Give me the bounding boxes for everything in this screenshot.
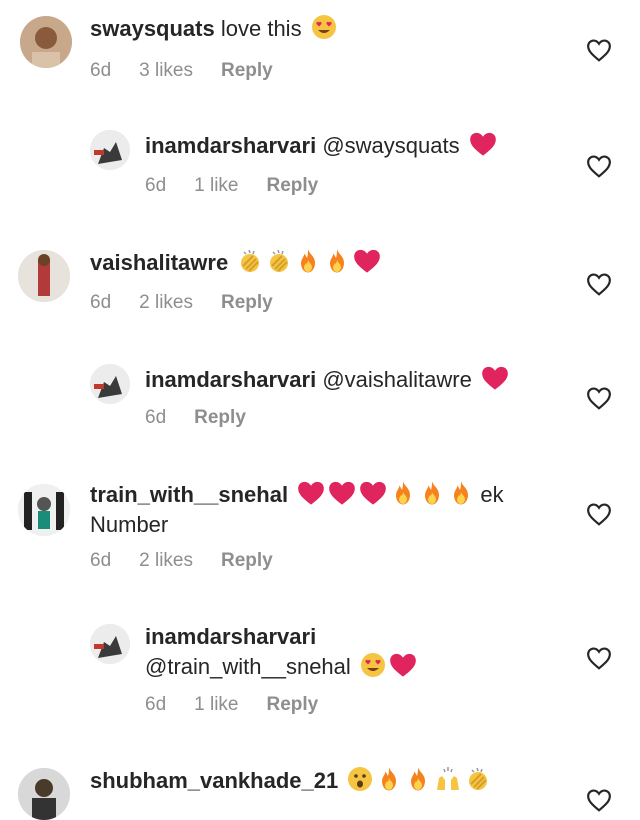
likes-count[interactable]: 1 like <box>194 175 238 197</box>
heart-eyes-emoji <box>311 14 337 40</box>
mention[interactable]: @vaishalitawre <box>322 367 472 392</box>
comment-meta: 6d 1 like Reply <box>145 175 346 197</box>
red-heart-emoji <box>297 480 325 506</box>
avatar[interactable] <box>18 250 70 302</box>
comment-text: vaishalitawre <box>90 248 381 278</box>
comment-text: swaysquats love this <box>90 14 337 44</box>
avatar[interactable] <box>20 16 72 68</box>
reply-button[interactable]: Reply <box>221 550 273 572</box>
clapping-hands-emoji <box>237 248 263 274</box>
likes-count[interactable]: 2 likes <box>139 292 193 314</box>
red-heart-emoji <box>359 480 387 506</box>
clapping-hands-emoji <box>465 766 491 792</box>
avatar[interactable] <box>90 130 130 170</box>
timestamp: 6d <box>145 407 167 428</box>
likes-count[interactable]: 2 likes <box>139 550 193 572</box>
reply-item: inamdarsharvari @vaishalitawre 6d Reply <box>0 352 640 452</box>
heart-outline-icon[interactable] <box>586 154 612 178</box>
username[interactable]: train_with__snehal <box>90 482 288 507</box>
likes-count[interactable]: 1 like <box>194 694 238 716</box>
heart-outline-icon[interactable] <box>586 38 612 62</box>
raising-hands-emoji <box>434 766 462 792</box>
username[interactable]: swaysquats <box>90 16 215 41</box>
reply-button[interactable]: Reply <box>267 694 319 716</box>
timestamp: 6d <box>145 175 167 196</box>
reply-button[interactable]: Reply <box>194 407 246 429</box>
username[interactable]: inamdarsharvari <box>145 624 316 649</box>
comment-item: swaysquats love this 6d 3 likes Reply <box>0 0 640 110</box>
reply-button[interactable]: Reply <box>267 175 319 197</box>
fire-emoji <box>448 480 474 506</box>
reply-button[interactable]: Reply <box>221 292 273 314</box>
fire-emoji <box>295 248 321 274</box>
avatar[interactable] <box>90 624 130 664</box>
heart-outline-icon[interactable] <box>586 646 612 670</box>
fire-emoji <box>376 766 402 792</box>
comment-text: shubham_vankhade_21 <box>90 766 491 796</box>
comment-meta: 6d 2 likes Reply <box>90 292 301 314</box>
heart-outline-icon[interactable] <box>586 502 612 526</box>
comment-text: train_with__snehal ek Number <box>90 480 570 540</box>
timestamp: 6d <box>90 60 112 81</box>
surprised-face-emoji <box>347 766 373 792</box>
username[interactable]: inamdarsharvari <box>145 367 316 392</box>
heart-outline-icon[interactable] <box>586 788 612 812</box>
comment-item: shubham_vankhade_21 <box>0 752 640 820</box>
fire-emoji <box>405 766 431 792</box>
avatar[interactable] <box>18 484 70 536</box>
username[interactable]: inamdarsharvari <box>145 133 316 158</box>
comment-meta: 6d 3 likes Reply <box>90 60 301 82</box>
username[interactable]: vaishalitawre <box>90 250 228 275</box>
comment-meta: 6d Reply <box>145 407 274 429</box>
timestamp: 6d <box>90 292 112 313</box>
comment-text: inamdarsharvari @swaysquats <box>145 131 497 161</box>
fire-emoji <box>324 248 350 274</box>
comment-item: train_with__snehal ek Number 6d 2 likes Re… <box>0 470 640 600</box>
heart-outline-icon[interactable] <box>586 272 612 296</box>
comment-body: Number <box>90 512 169 537</box>
comment-text: inamdarsharvari @vaishalitawre <box>145 365 509 395</box>
avatar[interactable] <box>18 768 70 820</box>
red-heart-emoji <box>469 131 497 157</box>
comment-item: vaishalitawre 6d 2 likes Reply <box>0 234 640 344</box>
red-heart-emoji <box>389 652 417 678</box>
red-heart-emoji <box>328 480 356 506</box>
reply-item: inamdarsharvari @swaysquats 6d 1 like Repl… <box>0 118 640 218</box>
timestamp: 6d <box>90 550 112 571</box>
comment-meta: 6d 2 likes Reply <box>90 550 301 572</box>
red-heart-emoji <box>353 248 381 274</box>
clapping-hands-emoji <box>266 248 292 274</box>
comment-body: love this <box>220 16 302 41</box>
likes-count[interactable]: 3 likes <box>139 60 193 82</box>
comment-body: ek <box>480 482 504 507</box>
reply-button[interactable]: Reply <box>221 60 273 82</box>
reply-item: inamdarsharvari @train_with__snehal 6d 1 … <box>0 612 640 732</box>
mention[interactable]: @train_with__snehal <box>145 654 351 679</box>
heart-outline-icon[interactable] <box>586 386 612 410</box>
comment-meta: 6d 1 like Reply <box>145 694 346 716</box>
mention[interactable]: @swaysquats <box>322 133 459 158</box>
fire-emoji <box>390 480 416 506</box>
comment-text: inamdarsharvari @train_with__snehal <box>145 622 417 682</box>
heart-eyes-emoji <box>360 652 386 678</box>
red-heart-emoji <box>481 365 509 391</box>
username[interactable]: shubham_vankhade_21 <box>90 768 338 793</box>
avatar[interactable] <box>90 364 130 404</box>
timestamp: 6d <box>145 694 167 715</box>
fire-emoji <box>419 480 445 506</box>
